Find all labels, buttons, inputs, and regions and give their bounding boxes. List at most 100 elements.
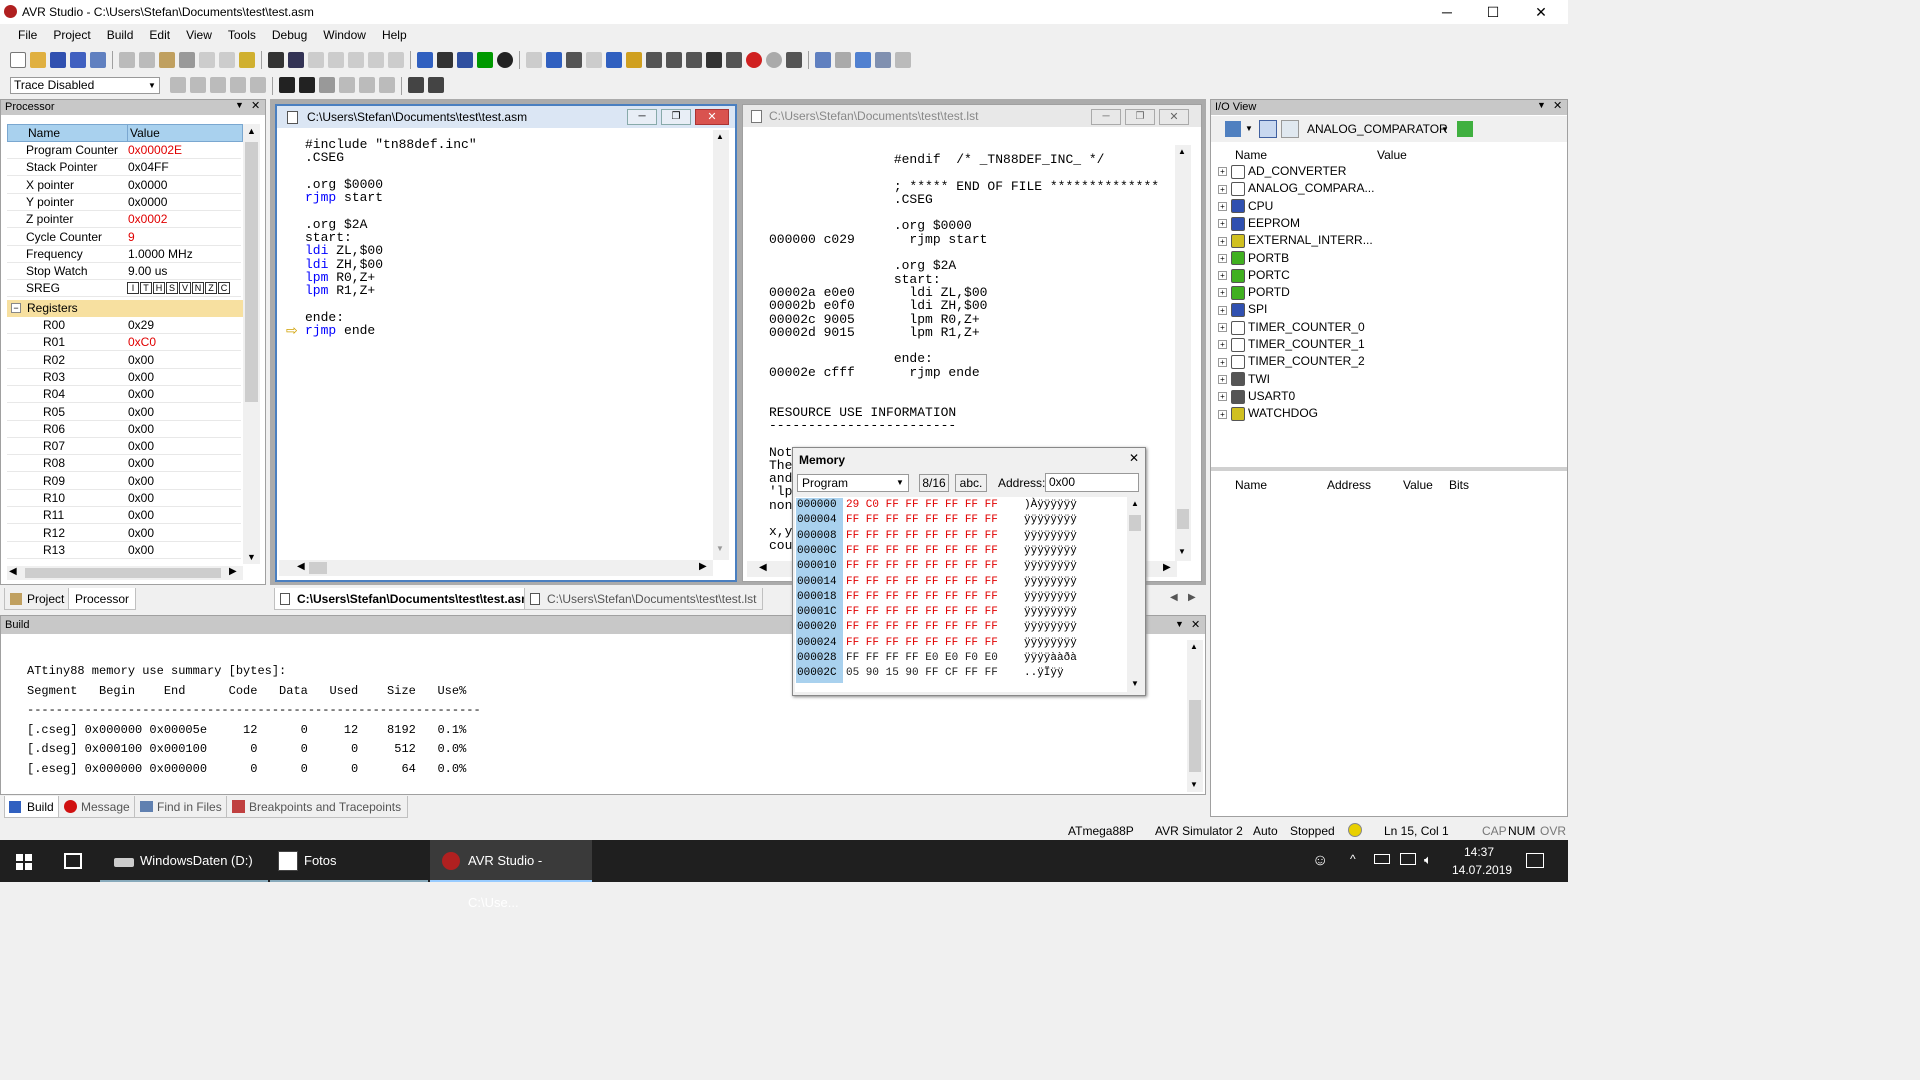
- processor-row-value[interactable]: 9.00 us: [128, 264, 167, 278]
- expand-icon[interactable]: +: [1218, 167, 1227, 177]
- trace-select[interactable]: Trace Disabled: [10, 77, 160, 94]
- expand-icon[interactable]: +: [1218, 305, 1227, 315]
- register-row[interactable]: R10 0x00: [7, 490, 241, 507]
- build-icon[interactable]: [417, 51, 433, 68]
- asm-code[interactable]: #include "tn88def.inc" .CSEG .org $0000 rjm…: [305, 138, 477, 338]
- io-tree-item[interactable]: + EEPROM: [1218, 215, 1300, 232]
- asm-vertical-scrollbar[interactable]: ▲ ▼: [713, 130, 729, 560]
- expand-icon[interactable]: +: [1218, 323, 1227, 333]
- expand-icon[interactable]: +: [1218, 374, 1227, 384]
- stop-icon[interactable]: [546, 51, 562, 68]
- task-view-icon[interactable]: [64, 853, 82, 869]
- pin-icon[interactable]: ▼: [235, 100, 244, 110]
- io-go-icon[interactable]: [1457, 121, 1473, 137]
- register-row[interactable]: R12 0x00: [7, 525, 241, 542]
- register-value[interactable]: 0x29: [128, 318, 154, 332]
- io-tree-item[interactable]: + SPI: [1218, 301, 1267, 318]
- trace-icon-3[interactable]: [210, 77, 226, 93]
- memory-bytes[interactable]: FF FF FF FF FF FF FF FF: [846, 576, 998, 588]
- network-icon[interactable]: [1400, 853, 1416, 865]
- avr-icon-2[interactable]: [299, 77, 315, 93]
- sreg-flag[interactable]: C: [218, 282, 230, 295]
- processor-row[interactable]: Y pointer 0x0000: [7, 194, 241, 211]
- menu-tools[interactable]: Tools: [220, 28, 264, 42]
- breakpoint-icon[interactable]: [746, 51, 762, 68]
- open-folder-icon[interactable]: [30, 51, 46, 68]
- sreg-flag[interactable]: Z: [205, 282, 217, 295]
- reset-icon[interactable]: [566, 51, 582, 68]
- outdent-icon[interactable]: [388, 51, 404, 68]
- people-icon[interactable]: ☺: [1312, 852, 1328, 870]
- processor-row-value[interactable]: 1.0000 MHz: [128, 247, 193, 261]
- trace-icon-1[interactable]: [170, 77, 186, 93]
- io-close-icon[interactable]: ✕: [1553, 99, 1562, 112]
- registers-group[interactable]: − Registers: [7, 300, 243, 317]
- processor-row[interactable]: Cycle Counter 9: [7, 229, 241, 246]
- memory-bytes[interactable]: FF FF FF FF FF FF FF FF: [846, 621, 998, 633]
- vertical-scrollbar[interactable]: ▲ ▼: [243, 124, 260, 564]
- expand-icon[interactable]: +: [1218, 288, 1227, 298]
- watch-icon[interactable]: [786, 51, 802, 68]
- menu-debug[interactable]: Debug: [264, 28, 315, 42]
- expand-icon[interactable]: +: [1218, 219, 1227, 229]
- io-tree-item[interactable]: + PORTC: [1218, 267, 1290, 284]
- trace-icon-10[interactable]: [408, 77, 424, 93]
- build-run-icon[interactable]: [457, 51, 473, 68]
- step-out-icon[interactable]: [666, 51, 682, 68]
- menu-project[interactable]: Project: [45, 28, 98, 42]
- maximize-button[interactable]: ☐: [1470, 0, 1516, 24]
- memory-bytes[interactable]: FF FF FF FF FF FF FF FF: [846, 545, 998, 557]
- con-icon[interactable]: [477, 51, 493, 68]
- io-tree-item[interactable]: + TIMER_COUNTER_0: [1218, 319, 1365, 336]
- memory-vertical-scrollbar[interactable]: ▲ ▼: [1127, 497, 1143, 692]
- tab-project[interactable]: Project: [4, 588, 72, 610]
- memory-address-input[interactable]: 0x00: [1045, 473, 1139, 492]
- tab-scroll-left-icon[interactable]: ◀: [1170, 592, 1178, 603]
- memory-type-select[interactable]: Program: [797, 474, 909, 492]
- tab-processor[interactable]: Processor: [68, 588, 137, 610]
- trace-icon-8[interactable]: [359, 77, 375, 93]
- register-row[interactable]: R03 0x00: [7, 369, 241, 386]
- watch-view-icon[interactable]: [895, 51, 911, 68]
- step-over-icon[interactable]: [646, 51, 662, 68]
- battery-icon[interactable]: [1374, 854, 1390, 864]
- trace-icon-2[interactable]: [190, 77, 206, 93]
- processor-view-icon[interactable]: [855, 51, 871, 68]
- register-value[interactable]: 0x00: [128, 508, 154, 522]
- processor-row-value[interactable]: 0x0000: [128, 178, 167, 192]
- processor-row[interactable]: Program Counter 0x00002E: [7, 142, 241, 159]
- expand-icon[interactable]: +: [1218, 340, 1227, 350]
- build-output[interactable]: ATtiny88 memory use summary [bytes]: Segm…: [27, 662, 481, 779]
- processor-row-value[interactable]: 0x00002E: [128, 143, 182, 157]
- bookmark-icon[interactable]: [288, 51, 304, 68]
- lst-vertical-scrollbar[interactable]: ▲ ▼: [1175, 145, 1191, 561]
- menu-help[interactable]: Help: [374, 28, 415, 42]
- io-tree-item[interactable]: + AD_CONVERTER: [1218, 163, 1346, 180]
- io-column-name-2[interactable]: Name: [1235, 478, 1267, 492]
- io-tree-view-icon[interactable]: [1259, 120, 1277, 138]
- sreg-flag[interactable]: N: [192, 282, 204, 295]
- expand-icon[interactable]: +: [1218, 392, 1227, 402]
- register-row[interactable]: R06 0x00: [7, 421, 241, 438]
- binoculars-icon[interactable]: [268, 51, 284, 68]
- io-column-value-2[interactable]: Value: [1403, 478, 1433, 492]
- register-row[interactable]: R01 0xC0: [7, 334, 241, 352]
- expand-icon[interactable]: +: [1218, 236, 1227, 246]
- sreg-flag[interactable]: H: [153, 282, 165, 295]
- menu-file[interactable]: File: [10, 28, 45, 42]
- trace-icon-6[interactable]: [319, 77, 335, 93]
- io-tree-item[interactable]: + PORTB: [1218, 250, 1289, 267]
- build-close-icon[interactable]: ✕: [1191, 618, 1200, 631]
- menu-build[interactable]: Build: [99, 28, 142, 42]
- lst-restore-button[interactable]: ❐: [1125, 109, 1155, 125]
- processor-row[interactable]: SREG ITHSVNZCITHSVNZC: [7, 280, 241, 298]
- io-filter-icon[interactable]: [1225, 121, 1241, 137]
- asm-horizontal-scrollbar[interactable]: ◀ ▶: [279, 560, 713, 576]
- io-column-bits[interactable]: Bits: [1449, 478, 1469, 492]
- expand-icon[interactable]: +: [1218, 409, 1227, 419]
- memory-width-button[interactable]: 8/16: [919, 474, 949, 492]
- lst-close-button[interactable]: ✕: [1159, 109, 1189, 125]
- new-file-icon[interactable]: [10, 51, 26, 68]
- io-tree-item[interactable]: + TWI: [1218, 371, 1270, 388]
- processor-row-value[interactable]: 0x0002: [128, 212, 167, 226]
